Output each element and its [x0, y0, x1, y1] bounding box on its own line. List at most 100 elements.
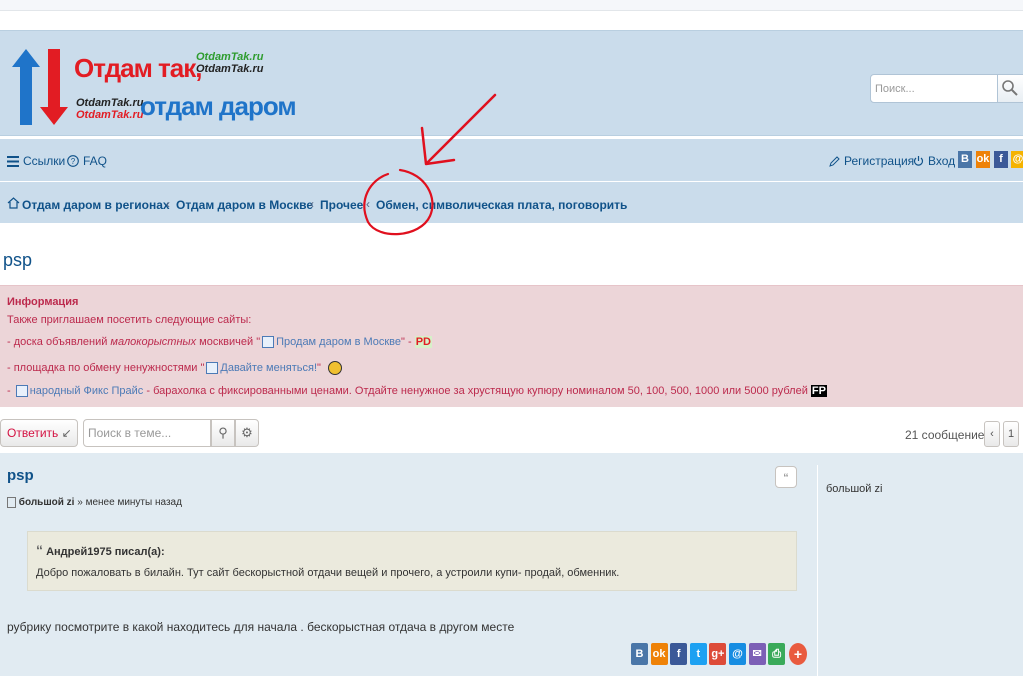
info-box: Информация Также приглашаем посетить сле… [0, 285, 1023, 407]
document-icon [7, 497, 16, 508]
quote-text: Добро пожаловать в билайн. Тут сайт беск… [36, 567, 620, 579]
navbar: Ссылки ? FAQ Регистрация Вход Bok f @ От… [0, 139, 1023, 223]
topic-search-input[interactable]: Поиск в теме... [83, 419, 211, 447]
hamburger-icon [7, 155, 19, 167]
register-link[interactable]: Регистрация [829, 154, 914, 168]
svg-text:?: ? [71, 157, 76, 166]
logo-domain-1: OtdamTak.ru [196, 51, 264, 63]
external-link-icon [206, 362, 219, 374]
share-button[interactable]: g+ [709, 643, 727, 665]
info-line-2: - доска объявлений малокорыстных москвич… [7, 336, 432, 349]
share-button[interactable]: t [689, 643, 707, 665]
info-text: " - [401, 336, 412, 348]
link-prodam-darom[interactable]: Продам даром в Москве [276, 336, 401, 348]
quote-block: “ Андрей1975 писал(а): Добро пожаловать … [27, 531, 797, 591]
nav-social-button[interactable]: B [958, 151, 972, 168]
navbar-top-row: Ссылки ? FAQ Регистрация Вход Bok f @ [0, 139, 1023, 182]
share-button[interactable]: B [631, 643, 648, 665]
login-label: Вход [928, 154, 956, 168]
info-line-3: - площадка по обмену ненужностями " Давай… [7, 361, 342, 375]
info-text: - площадка по обмену ненужностями " [7, 361, 205, 374]
annotation-overlay [363, 93, 497, 236]
logo-domain-4: OtdamTak.ru [76, 109, 144, 121]
question-icon: ? [67, 155, 79, 167]
post-meta: большой zi » менее минуты назад [7, 497, 182, 508]
breadcrumb-separator: ‹ [310, 197, 314, 211]
faq-link[interactable]: ? FAQ [67, 154, 107, 168]
reply-label: Ответить [7, 426, 59, 440]
info-title: Информация [7, 296, 79, 308]
profile-name[interactable]: большой zi [826, 483, 882, 495]
share-button[interactable]: ⎙ [768, 643, 786, 665]
search-button[interactable] [998, 74, 1023, 103]
share-more-button[interactable]: + [789, 643, 807, 665]
reply-arrow-icon: ↙ [61, 426, 72, 440]
faq-label: FAQ [83, 154, 108, 168]
gear-icon: ⚙ [241, 425, 253, 440]
info-text-italic: малокорыстных [110, 336, 197, 348]
site-logo[interactable]: Отдам так, OtdamTak.ru OtdamTak.ru Otdam… [10, 49, 297, 129]
info-line-4: - народный Фикс Прайс - барахолка с фикс… [7, 385, 827, 398]
logo-line1: Отдам так, [74, 53, 202, 83]
info-text: - доска объявлений [7, 336, 111, 348]
search-icon [1002, 80, 1018, 96]
post-body: рубрику посмотрите в какой находитесь дл… [7, 620, 515, 634]
breadcrumb: Отдам даром в регионах ‹ Отдам даром в М… [0, 182, 1023, 223]
search-input[interactable]: Поиск... [870, 74, 998, 103]
prev-page-button[interactable]: ‹ [984, 421, 1000, 447]
logo-arrows-icon [12, 49, 68, 125]
post-author[interactable]: большой zi [19, 497, 75, 508]
share-button[interactable]: @ [729, 643, 746, 665]
bee-icon [327, 361, 342, 375]
external-link-icon [262, 336, 275, 349]
post: psp большой zi » менее минуты назад “ бо… [0, 453, 1023, 676]
power-icon [913, 156, 924, 166]
info-text: - [7, 385, 14, 397]
nav-social-button[interactable]: ok [976, 151, 990, 168]
pencil-icon [829, 156, 840, 167]
page-title[interactable]: psp [3, 250, 32, 271]
share-button[interactable]: f [670, 643, 688, 665]
logo-domain-3: OtdamTak.ru [76, 97, 144, 109]
info-text: - барахолка с фиксированными ценами. Отд… [143, 385, 808, 397]
post-profile: большой zi [817, 465, 1023, 676]
external-link-icon [15, 385, 28, 398]
quote-button[interactable]: “ [775, 466, 797, 488]
logo-domain-2: OtdamTak.ru [196, 63, 264, 75]
chevron-left-icon: ‹ [990, 428, 994, 440]
info-text: москвичей " [196, 336, 261, 348]
quote-cite: “ Андрей1975 писал(а): [36, 542, 165, 558]
top-strip [0, 0, 1023, 11]
page-1-button[interactable]: 1 [1003, 421, 1019, 447]
fp-badge: FP [810, 385, 827, 397]
login-link[interactable]: Вход [913, 154, 955, 168]
links-menu[interactable]: Ссылки [7, 154, 65, 168]
reply-button[interactable]: Ответить ↙ [0, 419, 78, 447]
share-button[interactable]: ✉ [748, 643, 766, 665]
breadcrumb-item-regions[interactable]: Отдам даром в регионах [22, 198, 170, 212]
post-count: 21 сообщение [905, 428, 985, 442]
site-header: Отдам так, OtdamTak.ru OtdamTak.ru Otdam… [0, 30, 1023, 136]
nav-social-button[interactable]: @ [1011, 151, 1023, 168]
quote-icon: “ [783, 470, 789, 486]
info-text: " [317, 361, 321, 374]
quote-author: Андрей1975 писал(а): [46, 546, 165, 558]
pd-badge: PD [414, 336, 432, 348]
post-time: » менее минуты назад [77, 497, 182, 509]
search-icon: ⚲ [218, 425, 228, 440]
breadcrumb-item-moscow[interactable]: Отдам даром в Москве [176, 198, 313, 212]
topic-search-button[interactable]: ⚲ [211, 419, 235, 447]
home-icon[interactable] [7, 197, 20, 209]
nav-social-button[interactable]: f [994, 151, 1008, 168]
post-title[interactable]: psp [7, 467, 34, 484]
link-davaite-menyatsya[interactable]: Давайте меняться! [220, 362, 317, 374]
link-fix-price[interactable]: народный Фикс Прайс [30, 385, 144, 397]
links-label: Ссылки [23, 154, 66, 168]
register-label: Регистрация [844, 154, 915, 168]
share-button[interactable]: ok [650, 643, 668, 665]
quote-mark-icon: “ [36, 542, 43, 558]
logo-line2: отдам даром [140, 91, 297, 121]
advanced-search-button[interactable]: ⚙ [235, 419, 259, 447]
breadcrumb-separator: ‹ [166, 197, 170, 211]
info-line-1: Также приглашаем посетить следующие сайт… [7, 314, 252, 326]
